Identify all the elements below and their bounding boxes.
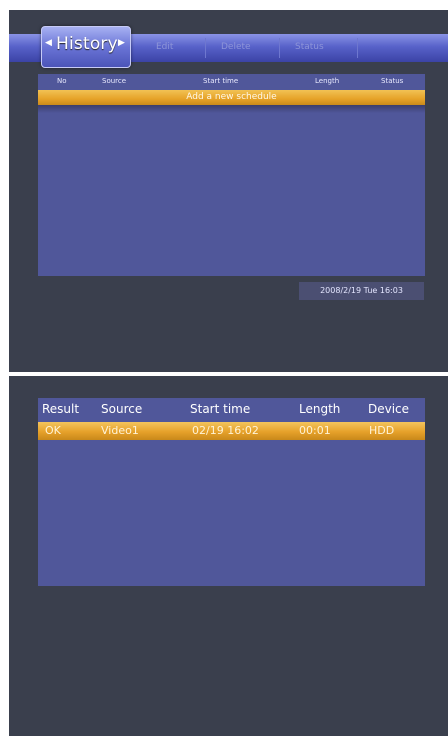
tab-history[interactable]: ◀ History ▶ <box>41 26 131 68</box>
tab-status[interactable]: Status <box>295 42 324 52</box>
history-screen: Result Source Start time Length Device O… <box>9 376 448 736</box>
row-shadow <box>38 105 425 113</box>
column-header-source: Source <box>102 77 127 85</box>
row-length: 00:01 <box>299 424 331 437</box>
column-header-length: Length <box>315 77 340 85</box>
row-source: Video1 <box>101 424 139 437</box>
column-header-length: Length <box>299 402 341 416</box>
history-row[interactable]: OK Video1 02/19 16:02 00:01 HDD <box>38 422 425 440</box>
add-new-schedule-row[interactable]: Add a new schedule <box>38 90 425 105</box>
tab-separator <box>205 38 206 58</box>
datetime-display: 2008/2/19 Tue 16:03 <box>299 282 424 300</box>
history-list-panel: Result Source Start time Length Device O… <box>38 398 425 586</box>
tab-history-label: History <box>56 34 118 54</box>
column-header-status: Status <box>381 77 404 85</box>
history-table-header: Result Source Start time Length Device <box>38 398 425 418</box>
column-header-result: Result <box>42 402 80 416</box>
row-result: OK <box>45 424 61 437</box>
row-start-time: 02/19 16:02 <box>192 424 259 437</box>
chevron-left-icon[interactable]: ◀ <box>45 38 52 48</box>
tab-separator <box>279 38 280 58</box>
column-header-start-time: Start time <box>190 402 251 416</box>
tab-edit[interactable]: Edit <box>156 42 173 52</box>
schedule-screen: Edit Delete Status ◀ History ▶ No Source… <box>9 10 448 372</box>
schedule-table-header: No Source Start time Length Status <box>38 74 425 88</box>
chevron-right-icon[interactable]: ▶ <box>118 38 125 48</box>
schedule-list-panel: No Source Start time Length Status Add a… <box>38 74 425 276</box>
column-header-no: No <box>57 77 67 85</box>
tab-delete[interactable]: Delete <box>221 42 251 52</box>
column-header-device: Device <box>368 402 410 416</box>
column-header-source: Source <box>101 402 143 416</box>
column-header-start-time: Start time <box>203 77 239 85</box>
tab-separator <box>357 38 358 58</box>
row-device: HDD <box>369 424 395 437</box>
